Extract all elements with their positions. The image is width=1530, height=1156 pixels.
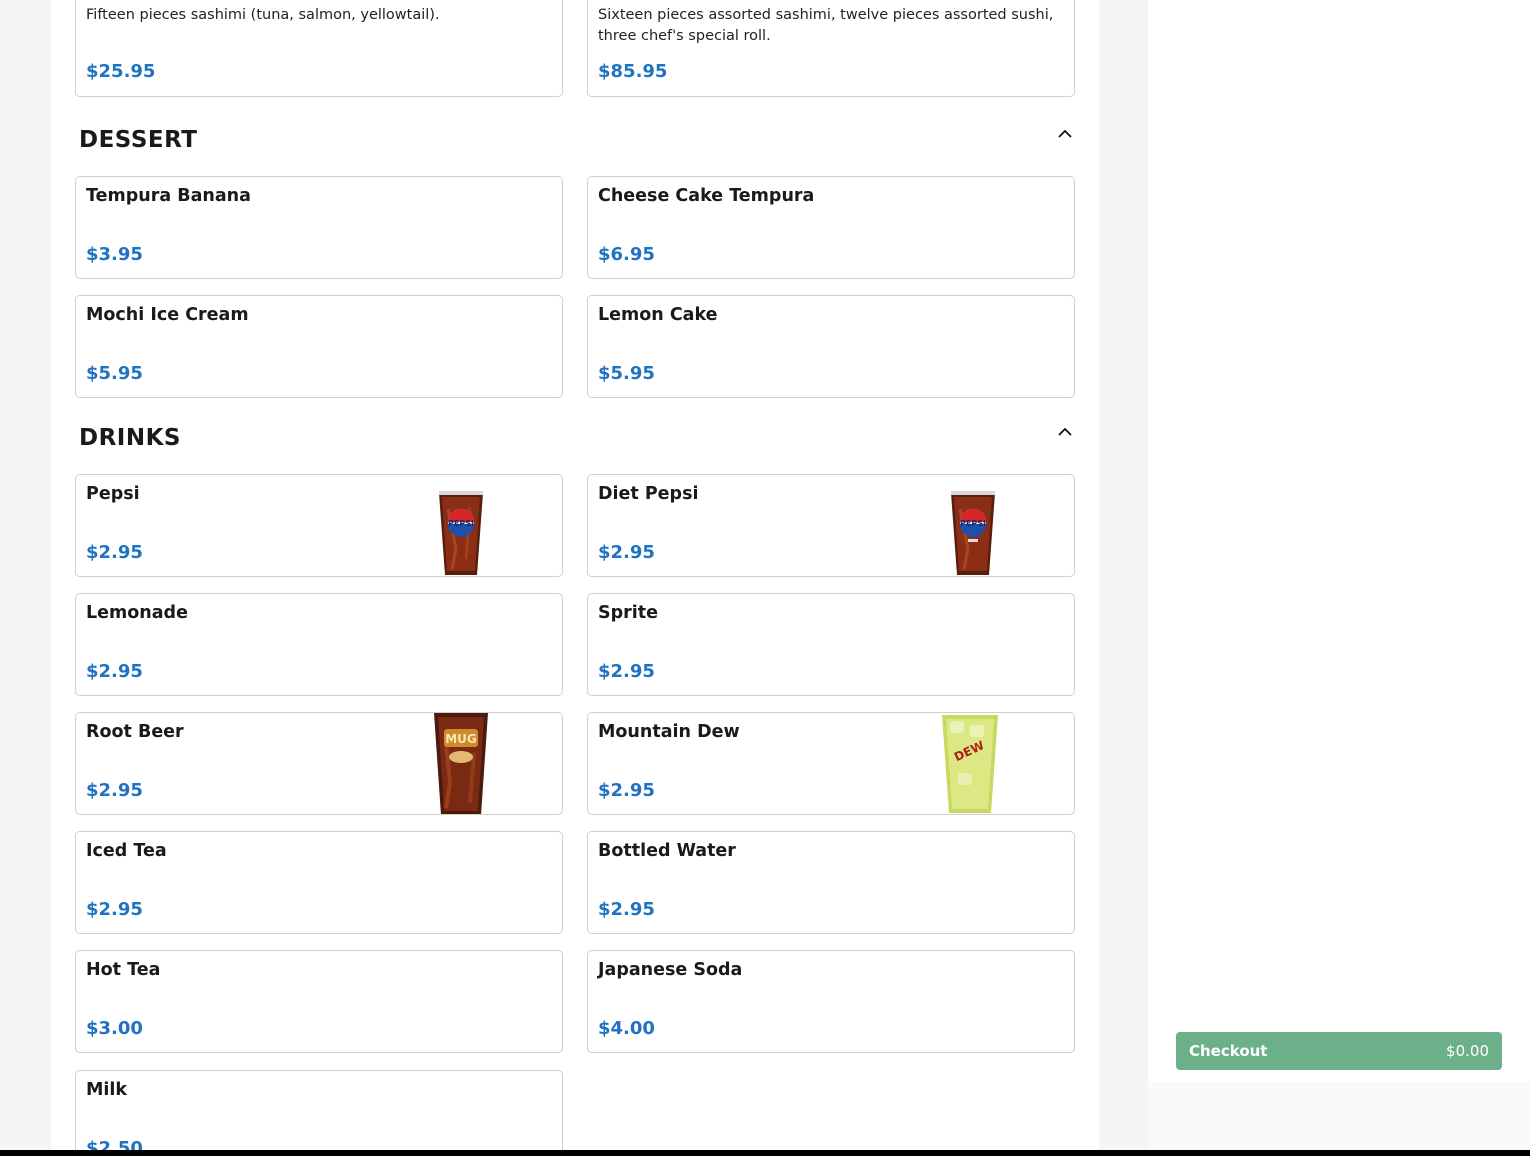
item-price: $2.95 — [598, 899, 655, 920]
cart-sidebar — [1148, 0, 1530, 1082]
item-price: $2.95 — [598, 661, 655, 682]
item-name: Iced Tea — [86, 841, 167, 861]
item-name: Bottled Water — [598, 841, 736, 861]
item-price: $3.95 — [86, 244, 143, 265]
page: Fifteen pieces sashimi (tuna, salmon, ye… — [0, 0, 1530, 1156]
item-price: $2.95 — [86, 899, 143, 920]
menu-item-card[interactable]: Tempura Banana $3.95 — [75, 176, 563, 279]
svg-text:MUG: MUG — [445, 732, 477, 746]
menu-item-card[interactable]: Hot Tea $3.00 — [75, 950, 563, 1053]
item-description: Sixteen pieces assorted sashimi, twelve … — [598, 7, 1054, 44]
menu-item-card[interactable]: Diet Pepsi $2.95 PEPSI — [587, 474, 1075, 577]
section-title-dessert: DESSERT — [79, 127, 198, 153]
item-name: Diet Pepsi — [598, 484, 699, 504]
cart-footer-area — [1148, 1082, 1530, 1150]
mug-root-beer-cup-image: MUG — [434, 713, 488, 814]
item-name: Milk — [86, 1080, 128, 1100]
menu-item-card[interactable]: Fifteen pieces sashimi (tuna, salmon, ye… — [75, 0, 563, 97]
menu-item-card[interactable]: Lemon Cake $5.95 — [587, 295, 1075, 398]
item-price: $3.00 — [86, 1018, 143, 1039]
item-price: $2.50 — [86, 1138, 143, 1150]
item-description: Fifteen pieces sashimi (tuna, salmon, ye… — [86, 7, 440, 23]
chevron-up-icon[interactable] — [1057, 126, 1073, 142]
item-price: $25.95 — [86, 61, 156, 82]
menu-item-card[interactable]: Mountain Dew $2.95 DEW — [587, 712, 1075, 815]
menu-item-card[interactable]: Sprite $2.95 — [587, 593, 1075, 696]
checkout-label: Checkout — [1189, 1042, 1268, 1060]
svg-text:PEPSI: PEPSI — [448, 519, 474, 528]
item-price: $4.00 — [598, 1018, 655, 1039]
item-name: Lemon Cake — [598, 305, 718, 325]
pepsi-cup-image: PEPSI — [439, 491, 483, 575]
item-name: Cheese Cake Tempura — [598, 186, 815, 206]
menu-item-card[interactable]: Pepsi $2.95 PEPSI — [75, 474, 563, 577]
menu-item-card[interactable]: Bottled Water $2.95 — [587, 831, 1075, 934]
item-price: $2.95 — [86, 661, 143, 682]
item-name: Root Beer — [86, 722, 184, 742]
item-price: $2.95 — [86, 780, 143, 801]
item-price: $2.95 — [86, 542, 143, 563]
item-price: $85.95 — [598, 61, 668, 82]
item-price: $2.95 — [598, 780, 655, 801]
menu-item-card[interactable]: Iced Tea $2.95 — [75, 831, 563, 934]
menu-item-card[interactable]: Mochi Ice Cream $5.95 — [75, 295, 563, 398]
diet-pepsi-cup-image: PEPSI — [951, 491, 995, 575]
item-name: Pepsi — [86, 484, 140, 504]
section-title-drinks: DRINKS — [79, 425, 181, 451]
item-name: Mountain Dew — [598, 722, 740, 742]
item-name: Lemonade — [86, 603, 188, 623]
item-price: $5.95 — [598, 363, 655, 384]
item-name: Tempura Banana — [86, 186, 251, 206]
item-name: Hot Tea — [86, 960, 161, 980]
menu-column: Fifteen pieces sashimi (tuna, salmon, ye… — [51, 0, 1099, 1150]
menu-item-card[interactable]: Sixteen pieces assorted sashimi, twelve … — [587, 0, 1075, 97]
menu-item-card[interactable]: Lemonade $2.95 — [75, 593, 563, 696]
bottom-bar — [0, 1150, 1530, 1156]
item-price: $6.95 — [598, 244, 655, 265]
item-price: $5.95 — [86, 363, 143, 384]
item-price: $2.95 — [598, 542, 655, 563]
menu-item-card[interactable]: Root Beer $2.95 MUG — [75, 712, 563, 815]
item-name: Japanese Soda — [598, 960, 743, 980]
checkout-button[interactable]: Checkout $0.00 — [1176, 1032, 1502, 1070]
item-name: Sprite — [598, 603, 658, 623]
svg-text:PEPSI: PEPSI — [960, 519, 986, 528]
checkout-total: $0.00 — [1446, 1042, 1489, 1060]
chevron-up-icon[interactable] — [1057, 424, 1073, 440]
menu-item-card[interactable]: Japanese Soda $4.00 — [587, 950, 1075, 1053]
item-name: Mochi Ice Cream — [86, 305, 249, 325]
menu-item-card[interactable]: Cheese Cake Tempura $6.95 — [587, 176, 1075, 279]
mountain-dew-cup-image: DEW — [942, 715, 998, 813]
menu-item-card[interactable]: Milk $2.50 — [75, 1070, 563, 1150]
